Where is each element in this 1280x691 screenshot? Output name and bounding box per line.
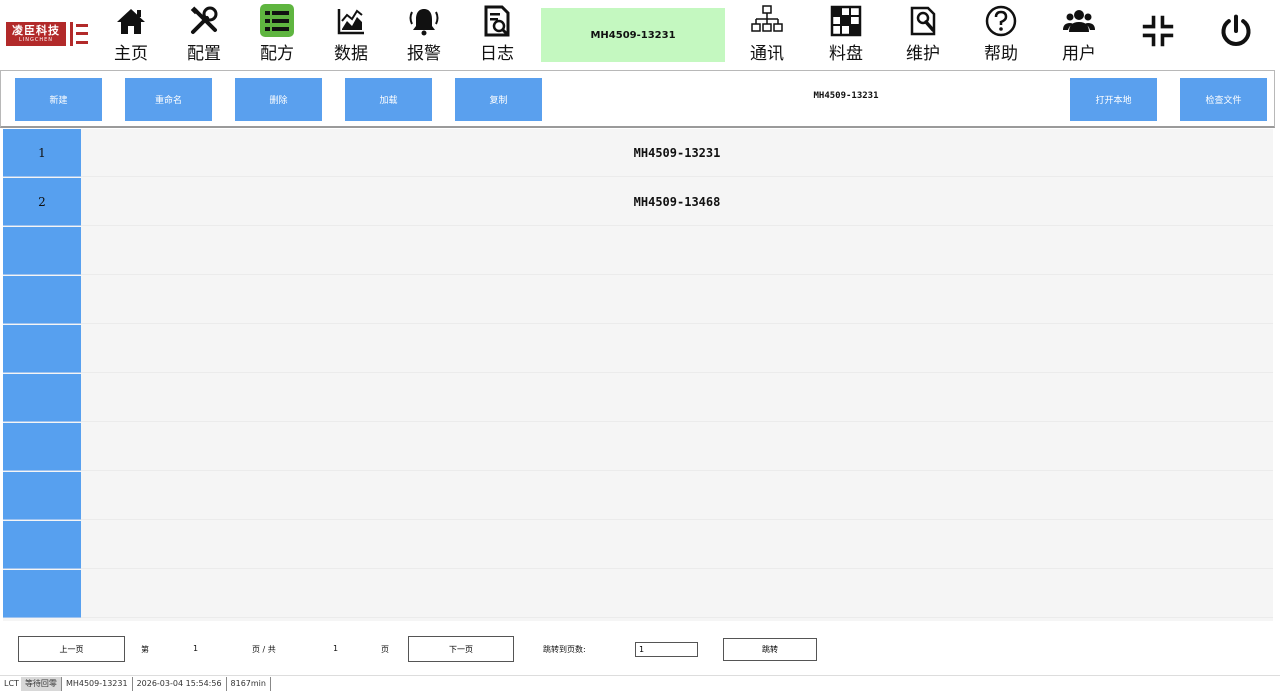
row-index [3,276,81,324]
top-navigation: 凌臣科技 LINGCHEN 主页 配置 配方 数据 报警 日志 MH4509-1… [0,0,1280,68]
wrench-icon [906,4,940,37]
table-row[interactable] [3,374,1273,423]
company-logo: 凌臣科技 LINGCHEN [6,22,88,46]
table-row[interactable] [3,570,1273,619]
row-recipe-name[interactable] [81,374,1273,422]
table-row[interactable]: 1 MH4509-13231 [3,129,1273,178]
logo-text-en: LINGCHEN [18,37,54,43]
nav-config[interactable]: 配置 [174,4,234,64]
row-index [3,227,81,275]
row-index [3,423,81,471]
log-search-icon [480,4,514,37]
pagination: 上一页 第 1 页 / 共 1 页 下一页 跳转到页数: 跳转 [0,625,1275,673]
row-recipe-name[interactable] [81,521,1273,569]
logo-mark-icon [68,22,88,46]
table-row[interactable] [3,423,1273,472]
table-row[interactable] [3,325,1273,374]
table-row[interactable]: 2 MH4509-13468 [3,178,1273,227]
row-index [3,374,81,422]
row-recipe-name[interactable] [81,276,1273,324]
row-index [3,325,81,373]
current-recipe-indicator: MH4509-13231 [541,8,725,62]
new-recipe-button[interactable]: 新建 [15,78,102,121]
nav-tray[interactable]: 料盘 [816,4,876,64]
status-datetime: 2026-03-04 15:54:56 [133,676,227,691]
row-index [3,472,81,520]
total-pages-number: 1 [333,644,339,653]
network-icon [750,4,784,37]
load-recipe-button[interactable]: 加载 [345,78,432,121]
page-suffix-label: 页 [381,645,389,654]
minimize-button[interactable] [1128,4,1188,64]
logo-text-cn: 凌臣科技 [12,24,60,37]
rename-recipe-button[interactable]: 重命名 [125,78,212,121]
nav-data[interactable]: 数据 [321,4,381,64]
next-page-button[interactable]: 下一页 [408,636,514,662]
jump-button[interactable]: 跳转 [723,638,817,661]
power-button[interactable] [1206,4,1266,64]
status-runtime: 8167min [227,676,271,691]
row-index [3,521,81,569]
row-recipe-name[interactable]: MH4509-13231 [81,129,1273,177]
nav-log[interactable]: 日志 [467,4,527,64]
tray-grid-icon [829,4,863,37]
chart-icon [334,4,368,37]
nav-maintenance[interactable]: 维护 [893,4,953,64]
row-recipe-name[interactable] [81,472,1273,520]
status-machine-state: 等待回零 [20,676,62,691]
status-current-recipe: MH4509-13231 [62,676,133,691]
row-recipe-name[interactable] [81,325,1273,373]
current-page-number: 1 [193,644,199,653]
prev-page-button[interactable]: 上一页 [18,636,125,662]
tools-icon [187,4,221,37]
open-local-button[interactable]: 打开本地 [1070,78,1157,121]
page-total-label: 页 / 共 [252,645,276,654]
power-icon [1219,14,1253,48]
recipe-toolbar: 新建 重命名 删除 加载 复制 MH4509-13231 打开本地 检查文件 [0,70,1275,128]
table-row[interactable] [3,276,1273,325]
help-icon [984,4,1018,37]
row-recipe-name[interactable] [81,227,1273,275]
users-icon [1062,4,1096,37]
nav-alarm[interactable]: 报警 [394,4,454,64]
row-recipe-name[interactable] [81,570,1273,618]
delete-recipe-button[interactable]: 删除 [235,78,322,121]
inspect-file-button[interactable]: 检查文件 [1180,78,1267,121]
table-row[interactable] [3,472,1273,521]
nav-users[interactable]: 用户 [1049,4,1109,64]
status-bar: LCT 等待回零 MH4509-13231 2026-03-04 15:54:5… [0,675,1280,691]
copy-recipe-button[interactable]: 复制 [455,78,542,121]
nav-recipe[interactable]: 配方 [247,4,307,64]
list-icon [260,4,294,37]
status-app-name: LCT [4,679,19,688]
table-row[interactable] [3,227,1273,276]
jump-page-input[interactable] [635,642,698,657]
row-index: 2 [3,178,81,226]
recipe-table: 1 MH4509-13231 2 MH4509-13468 [3,129,1273,621]
row-recipe-name[interactable] [81,423,1273,471]
nav-communication[interactable]: 通讯 [737,4,797,64]
row-index [3,570,81,618]
nav-home[interactable]: 主页 [101,4,161,64]
page-prefix-label: 第 [141,645,149,654]
row-recipe-name[interactable]: MH4509-13468 [81,178,1273,226]
home-icon [114,4,148,37]
bell-icon [407,4,441,37]
nav-help[interactable]: 帮助 [971,4,1031,64]
selected-recipe-name: MH4509-13231 [813,91,879,101]
jump-to-page-label: 跳转到页数: [543,645,586,654]
row-index: 1 [3,129,81,177]
table-row[interactable] [3,521,1273,570]
minimize-icon [1141,14,1175,48]
